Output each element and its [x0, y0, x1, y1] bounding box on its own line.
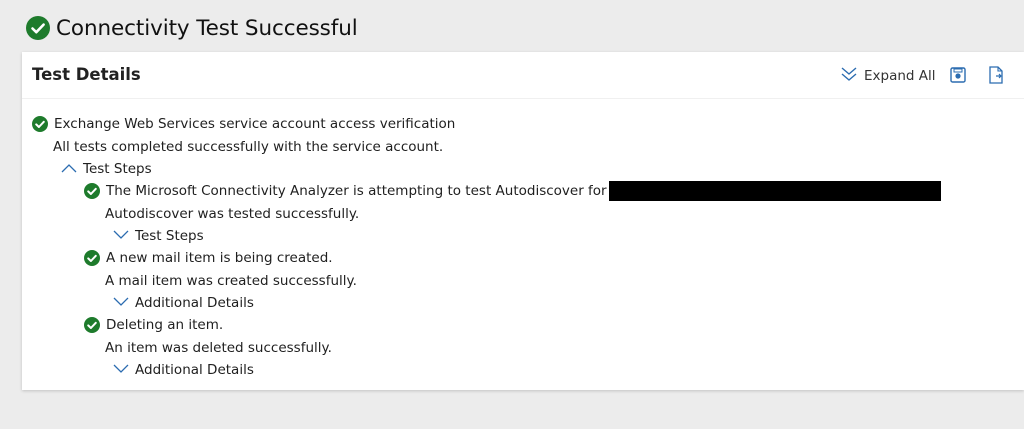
step-detail: A mail item was created successfully. [105, 273, 357, 289]
step-additional-details-toggle[interactable]: Additional Details [113, 293, 254, 313]
chevron-down-icon [113, 295, 129, 311]
chevron-up-icon [61, 161, 77, 177]
tree-item-step: Deleting an item. [84, 315, 223, 335]
check-circle-icon [84, 183, 100, 199]
test-tree: Exchange Web Services service account ac… [22, 52, 1024, 390]
redacted-block [608, 181, 941, 201]
check-circle-icon [84, 250, 100, 266]
step-additional-details-toggle[interactable]: Additional Details [113, 360, 254, 380]
test-steps-toggle[interactable]: Test Steps [61, 159, 152, 179]
toggle-label: Test Steps [135, 228, 204, 244]
step-test-steps-toggle[interactable]: Test Steps [113, 226, 204, 246]
chevron-down-icon [113, 228, 129, 244]
step-detail: An item was deleted successfully. [105, 340, 332, 356]
chevron-down-icon [113, 362, 129, 378]
check-circle-icon [84, 317, 100, 333]
tree-item-root: Exchange Web Services service account ac… [32, 114, 455, 134]
step-title: A new mail item is being created. [106, 250, 333, 266]
step-title: The Microsoft Connectivity Analyzer is a… [106, 183, 607, 199]
tree-item-step: The Microsoft Connectivity Analyzer is a… [84, 181, 941, 201]
tree-item-step: A new mail item is being created. [84, 248, 333, 268]
page-title: Connectivity Test Successful [56, 15, 358, 41]
check-circle-icon [32, 116, 48, 132]
step-title: Deleting an item. [106, 317, 224, 333]
page-header: Connectivity Test Successful [26, 13, 358, 43]
check-circle-icon [26, 16, 50, 40]
test-details-card: Test Details Expand All Exchange Web Ser… [22, 52, 1024, 390]
tree-item-detail: All tests completed successfully with th… [53, 139, 444, 155]
tree-item-title: Exchange Web Services service account ac… [54, 116, 456, 132]
toggle-label: Additional Details [135, 295, 254, 311]
toggle-label: Additional Details [135, 362, 254, 378]
step-detail: Autodiscover was tested successfully. [105, 206, 360, 222]
toggle-label: Test Steps [83, 161, 152, 177]
